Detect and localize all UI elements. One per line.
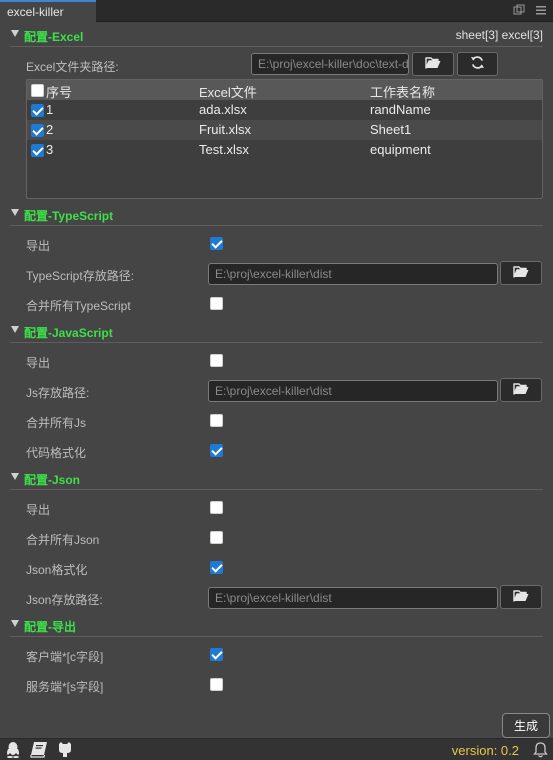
server-field-label: 服务端*[s字段] [26, 680, 104, 694]
row-index: 1 [46, 102, 54, 117]
tab-bar: excel-killer [0, 0, 553, 22]
panel-tab-title: excel-killer [7, 5, 64, 19]
header-excel-file: Excel文件 [199, 85, 257, 100]
menu-icon[interactable] [535, 4, 547, 16]
ts-export-label: 导出 [26, 239, 51, 253]
section-divider [10, 636, 543, 637]
js-format-label: 代码格式化 [26, 446, 87, 460]
js-format-checkbox[interactable] [210, 444, 223, 457]
ts-path-label: TypeScript存放路径: [26, 269, 135, 283]
folder-open-icon [513, 382, 529, 398]
section-title: 配置-导出 [24, 620, 76, 634]
folder-open-icon [513, 589, 529, 605]
collapse-triangle-icon[interactable] [11, 473, 19, 480]
book-icon[interactable] [30, 741, 48, 760]
ts-folder-button[interactable] [500, 261, 542, 285]
ts-path-input[interactable]: E:\proj\excel-killer\dist [208, 263, 498, 285]
row-checkbox[interactable] [31, 144, 44, 157]
collapse-triangle-icon[interactable] [11, 620, 19, 627]
js-path-label: Js存放路径: [26, 386, 90, 400]
section-title: 配置-JavaScript [24, 326, 113, 340]
json-merge-checkbox[interactable] [210, 531, 223, 544]
bell-icon[interactable] [533, 742, 548, 760]
folder-open-icon [513, 265, 529, 281]
folder-open-icon [425, 56, 441, 72]
qq-icon[interactable] [5, 741, 21, 760]
row-checkbox[interactable] [31, 124, 44, 137]
sheet-info: sheet[3] excel[3] [455, 28, 543, 42]
json-export-label: 导出 [26, 503, 51, 517]
refresh-icon [470, 55, 485, 73]
collapse-triangle-icon[interactable] [11, 209, 19, 216]
row-file: ada.xlsx [199, 102, 247, 117]
collapse-triangle-icon[interactable] [11, 30, 19, 37]
excel-path-label: Excel文件夹路径: [26, 60, 119, 74]
popout-icon[interactable] [513, 4, 525, 16]
section-divider [10, 342, 543, 343]
json-export-checkbox[interactable] [210, 501, 223, 514]
header-index: 序号 [46, 85, 73, 100]
table-row[interactable]: 3 Test.xlsx equipment [27, 140, 542, 160]
json-merge-label: 合并所有Json [26, 533, 100, 547]
header-sheet-name: 工作表名称 [370, 85, 436, 100]
row-sheet: equipment [370, 142, 431, 157]
table-row[interactable]: 2 Fruit.xlsx Sheet1 [27, 120, 542, 140]
js-folder-button[interactable] [500, 378, 542, 402]
js-export-checkbox[interactable] [210, 354, 223, 367]
row-file: Test.xlsx [199, 142, 249, 157]
generate-button[interactable]: 生成 [502, 713, 550, 738]
github-icon[interactable] [57, 741, 73, 760]
json-format-label: Json格式化 [26, 563, 88, 577]
section-title: 配置-Json [24, 473, 81, 487]
excel-refresh-button[interactable] [457, 52, 498, 76]
select-all-checkbox[interactable] [31, 84, 44, 97]
section-excel[interactable]: 配置-Excel sheet[3] excel[3] [0, 26, 553, 47]
table-row[interactable]: 1 ada.xlsx randName [27, 100, 542, 120]
excel-folder-button[interactable] [412, 52, 454, 76]
status-bar: version: 0.2 [0, 738, 553, 760]
client-field-checkbox[interactable] [210, 648, 223, 661]
ts-export-checkbox[interactable] [210, 237, 223, 250]
row-sheet: randName [370, 102, 431, 117]
js-export-label: 导出 [26, 356, 51, 370]
section-divider [10, 46, 543, 47]
section-json[interactable]: 配置-Json [0, 469, 553, 490]
section-title: 配置-TypeScript [24, 209, 114, 223]
version-label: version: 0.2 [451, 743, 519, 758]
section-typescript[interactable]: 配置-TypeScript [0, 205, 553, 226]
collapse-triangle-icon[interactable] [11, 326, 19, 333]
row-checkbox[interactable] [31, 104, 44, 117]
client-field-label: 客户端*[c字段] [26, 650, 104, 664]
json-format-checkbox[interactable] [210, 561, 223, 574]
row-index: 3 [46, 142, 54, 157]
section-export[interactable]: 配置-导出 [0, 616, 553, 637]
row-index: 2 [46, 122, 54, 137]
ts-merge-checkbox[interactable] [210, 297, 223, 310]
section-javascript[interactable]: 配置-JavaScript [0, 322, 553, 343]
section-divider [10, 225, 543, 226]
table-header: 序号 Excel文件 工作表名称 [27, 80, 542, 100]
js-merge-label: 合并所有Js [26, 416, 87, 430]
ts-merge-label: 合并所有TypeScript [26, 299, 131, 313]
json-path-input[interactable]: E:\proj\excel-killer\dist [208, 587, 498, 609]
server-field-checkbox[interactable] [210, 678, 223, 691]
json-folder-button[interactable] [500, 585, 542, 609]
json-path-label: Json存放路径: [26, 593, 103, 607]
excel-path-input[interactable]: E:\proj\excel-killer\doc\text-d [251, 53, 409, 75]
js-path-input[interactable]: E:\proj\excel-killer\dist [208, 380, 498, 402]
section-divider [10, 489, 543, 490]
section-title: 配置-Excel [24, 30, 84, 44]
panel-tab[interactable]: excel-killer [0, 0, 96, 22]
js-merge-checkbox[interactable] [210, 414, 223, 427]
row-sheet: Sheet1 [370, 122, 412, 137]
excel-file-table: 序号 Excel文件 工作表名称 1 ada.xlsx randName 2 F… [26, 79, 543, 199]
row-file: Fruit.xlsx [199, 122, 251, 137]
